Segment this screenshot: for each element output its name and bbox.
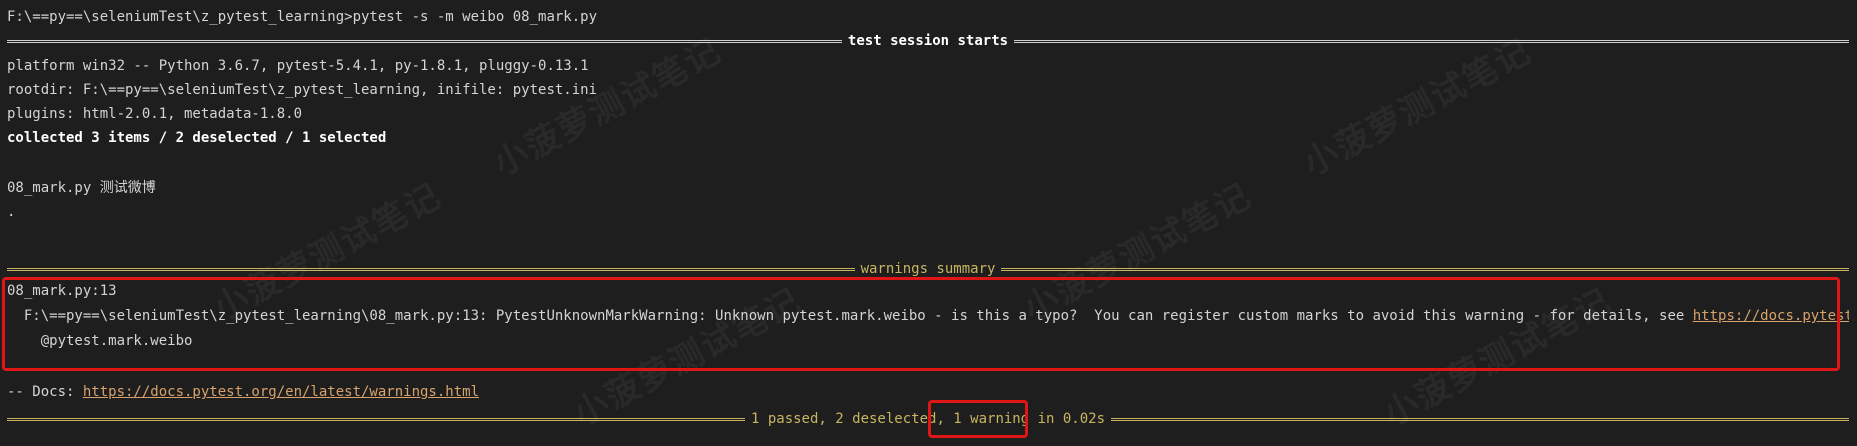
docs-prefix: -- Docs: [7, 384, 83, 400]
test-file-line: 08_mark.py 测试微博 [7, 180, 156, 196]
passed-count: 1 passed [750, 411, 819, 427]
docs-line: -- Docs: https://docs.pytest.org/en/late… [7, 381, 1849, 403]
terminal-window[interactable]: 小菠萝测试笔记 小菠萝测试笔记 小菠萝测试笔记 小菠萝测试笔记 小菠萝测试笔记 … [0, 0, 1857, 446]
separator-rule [7, 267, 855, 271]
command-prompt-line[interactable]: F:\==py==\seleniumTest\z_pytest_learning… [7, 6, 1849, 28]
warnings-summary-separator: warnings summary [7, 258, 1849, 280]
warning-message-line: F:\==py==\seleniumTest\z_pytest_learning… [7, 305, 1849, 327]
warning-code-line: @pytest.mark.weibo [7, 333, 193, 349]
platform-info-line: platform win32 -- Python 3.6.7, pytest-5… [7, 58, 589, 74]
warnings-docs-link[interactable]: https://docs.pytest.org/en/latest/warnin… [83, 384, 479, 400]
summary-comma: , [936, 411, 954, 427]
session-header-label: test session starts [847, 33, 1009, 49]
mark-docs-link[interactable]: https://docs.pytest.org/en/latest/mark.h… [1693, 308, 1849, 324]
final-summary-separator: 1 passed, 2 deselected, 1 warning in 0.0… [7, 408, 1849, 430]
separator-rule [1001, 267, 1849, 271]
separator-rule [7, 39, 842, 43]
session-start-separator: test session starts [7, 30, 1849, 52]
warning-count: 1 warning in 0.02s [953, 411, 1106, 427]
separator-rule [1111, 417, 1849, 421]
warning-location-line: 08_mark.py:13 [7, 283, 117, 299]
deselected-count: 2 deselected [835, 411, 937, 427]
warnings-summary-label: warnings summary [860, 261, 996, 277]
plugins-info-line: plugins: html-2.0.1, metadata-1.8.0 [7, 106, 303, 122]
separator-rule [1014, 39, 1849, 43]
final-summary-label: 1 passed, 2 deselected, 1 warning in 0.0… [745, 408, 1111, 430]
summary-comma: , [818, 411, 836, 427]
rootdir-info-line: rootdir: F:\==py==\seleniumTest\z_pytest… [7, 82, 598, 98]
test-progress-dot: . [7, 204, 16, 220]
collected-summary-line: collected 3 items / 2 deselected / 1 sel… [7, 130, 387, 146]
warning-message-text: F:\==py==\seleniumTest\z_pytest_learning… [7, 308, 1693, 324]
separator-rule [7, 417, 745, 421]
